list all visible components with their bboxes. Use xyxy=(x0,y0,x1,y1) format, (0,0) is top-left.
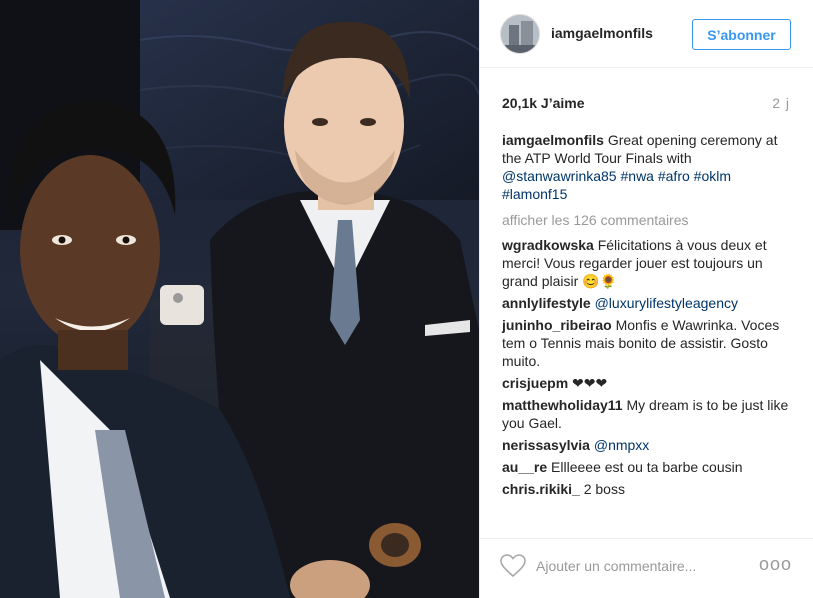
comment-item: wgradkowska Félicitations à vous deux et… xyxy=(502,236,794,290)
avatar-image xyxy=(501,15,539,53)
comment-username[interactable]: nerissasylvia xyxy=(502,437,590,453)
comment-text: Ellleeee est ou ta barbe cousin xyxy=(551,459,743,475)
post-header: iamgaelmonfils S’abonner xyxy=(480,0,813,68)
comment-username[interactable]: chris.rikiki_ xyxy=(502,481,580,497)
more-options-icon[interactable]: ooo xyxy=(759,554,792,575)
comment-username[interactable]: annlylifestyle xyxy=(502,295,591,311)
heart-icon[interactable] xyxy=(500,554,526,578)
comment-item: juninho_ribeirao Monfis e Wawrinka. Voce… xyxy=(502,316,794,370)
post-details-panel: iamgaelmonfils S’abonner 20,1k J’aime 2 … xyxy=(479,0,813,598)
comment-item: nerissasylvia @nmpxx xyxy=(502,436,794,454)
comment-text: 2 boss xyxy=(583,481,625,497)
comment-mention[interactable]: @luxurylifestyleagency xyxy=(595,295,738,311)
comment-item: matthewholiday11 My dream is to be just … xyxy=(502,396,794,432)
comment-username[interactable]: au__re xyxy=(502,459,547,475)
comment-mention[interactable]: @nmpxx xyxy=(594,437,649,453)
comment-username[interactable]: matthewholiday11 xyxy=(502,397,623,413)
comment-username[interactable]: crisjuepm xyxy=(502,375,568,391)
caption-mention[interactable]: @stanwawrinka85 xyxy=(502,168,617,184)
caption-username[interactable]: iamgaelmonfils xyxy=(502,132,604,148)
post-stats: 20,1k J’aime 2 j xyxy=(480,68,813,126)
view-all-comments-link[interactable]: afficher les 126 commentaires xyxy=(502,211,794,229)
comment-item: annlylifestyle @luxurylifestyleagency xyxy=(502,294,794,312)
comments-list: iamgaelmonfils Great opening ceremony at… xyxy=(502,131,794,502)
post-footer: ooo xyxy=(480,538,813,598)
comment-item: au__re Ellleeee est ou ta barbe cousin xyxy=(502,458,794,476)
post-age[interactable]: 2 j xyxy=(772,95,790,111)
post-username[interactable]: iamgaelmonfils xyxy=(551,25,653,41)
comment-username[interactable]: wgradkowska xyxy=(502,237,594,253)
add-comment-input[interactable] xyxy=(536,555,756,577)
comment-item: chris.rikiki_ 2 boss xyxy=(502,480,794,498)
follow-button[interactable]: S’abonner xyxy=(692,19,791,50)
caption: iamgaelmonfils Great opening ceremony at… xyxy=(502,131,794,203)
avatar[interactable] xyxy=(500,14,540,54)
likes-count[interactable]: 20,1k J’aime xyxy=(502,95,585,111)
comment-text: ❤❤❤ xyxy=(572,375,608,391)
comment-item: crisjuepm ❤❤❤ xyxy=(502,374,794,392)
comment-username[interactable]: juninho_ribeirao xyxy=(502,317,612,333)
selfie-image xyxy=(0,0,479,598)
post-photo[interactable] xyxy=(0,0,479,598)
